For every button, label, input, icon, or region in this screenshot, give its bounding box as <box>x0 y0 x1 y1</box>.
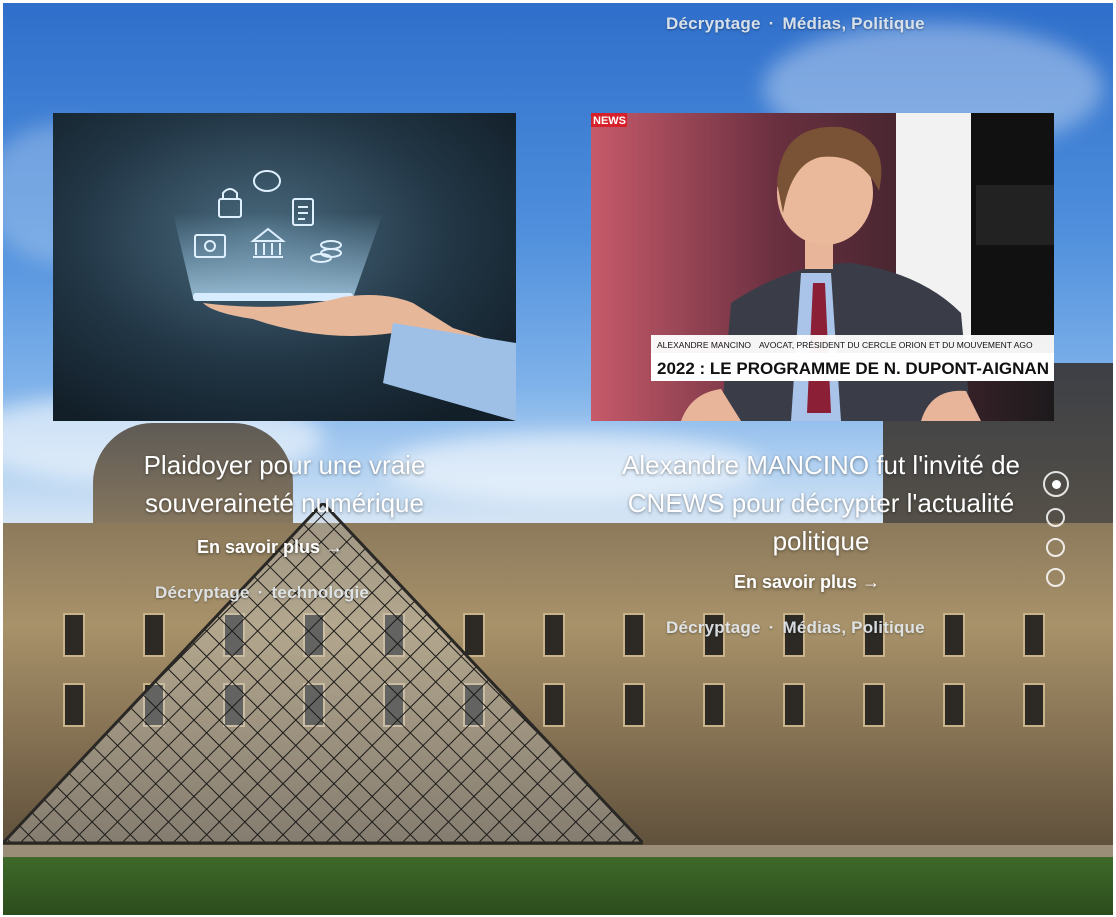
slider-dot-2[interactable] <box>1046 508 1065 527</box>
tv-channel-logo: NEWS <box>593 115 626 127</box>
category-link[interactable]: Décryptage <box>155 583 250 602</box>
article-2-image[interactable]: NEWS ALEXANDRE MANCINO AVOCAT, PRÉSIDENT… <box>591 113 1054 421</box>
slider-dot-3[interactable] <box>1046 538 1065 557</box>
article-1-image[interactable] <box>53 113 516 421</box>
tv-guest-role: AVOCAT, PRÉSIDENT DU CERCLE ORION ET DU … <box>759 340 1033 350</box>
meta-separator: · <box>768 618 775 637</box>
article-1-read-more-link[interactable]: En savoir plus → <box>197 537 343 558</box>
article-2-read-more-link[interactable]: En savoir plus → <box>734 572 880 593</box>
slider-dot-4[interactable] <box>1046 568 1065 587</box>
meta-separator: · <box>257 583 264 602</box>
tv-guest-name: ALEXANDRE MANCINO <box>657 340 751 350</box>
article-1-meta: Décryptage · technologie <box>155 583 369 603</box>
tags-link[interactable]: technologie <box>271 583 369 602</box>
article-1-title[interactable]: Plaidoyer pour une vraie souveraineté nu… <box>93 446 476 522</box>
category-link[interactable]: Décryptage <box>666 14 761 33</box>
top-article-meta: Décryptage · Médias, Politique <box>666 14 925 34</box>
slider-dot-1[interactable] <box>1043 471 1069 497</box>
tv-headline: 2022 : LE PROGRAMME DE N. DUPONT-AIGNAN <box>657 359 1049 378</box>
tags-link[interactable]: Médias, Politique <box>782 14 924 33</box>
article-2-meta: Décryptage · Médias, Politique <box>666 618 925 638</box>
slider-pagination <box>1043 471 1069 587</box>
article-2-title[interactable]: Alexandre MANCINO fut l'invité de CNEWS … <box>586 446 1056 560</box>
tags-link[interactable]: Médias, Politique <box>782 618 924 637</box>
meta-separator: · <box>768 14 775 33</box>
category-link[interactable]: Décryptage <box>666 618 761 637</box>
